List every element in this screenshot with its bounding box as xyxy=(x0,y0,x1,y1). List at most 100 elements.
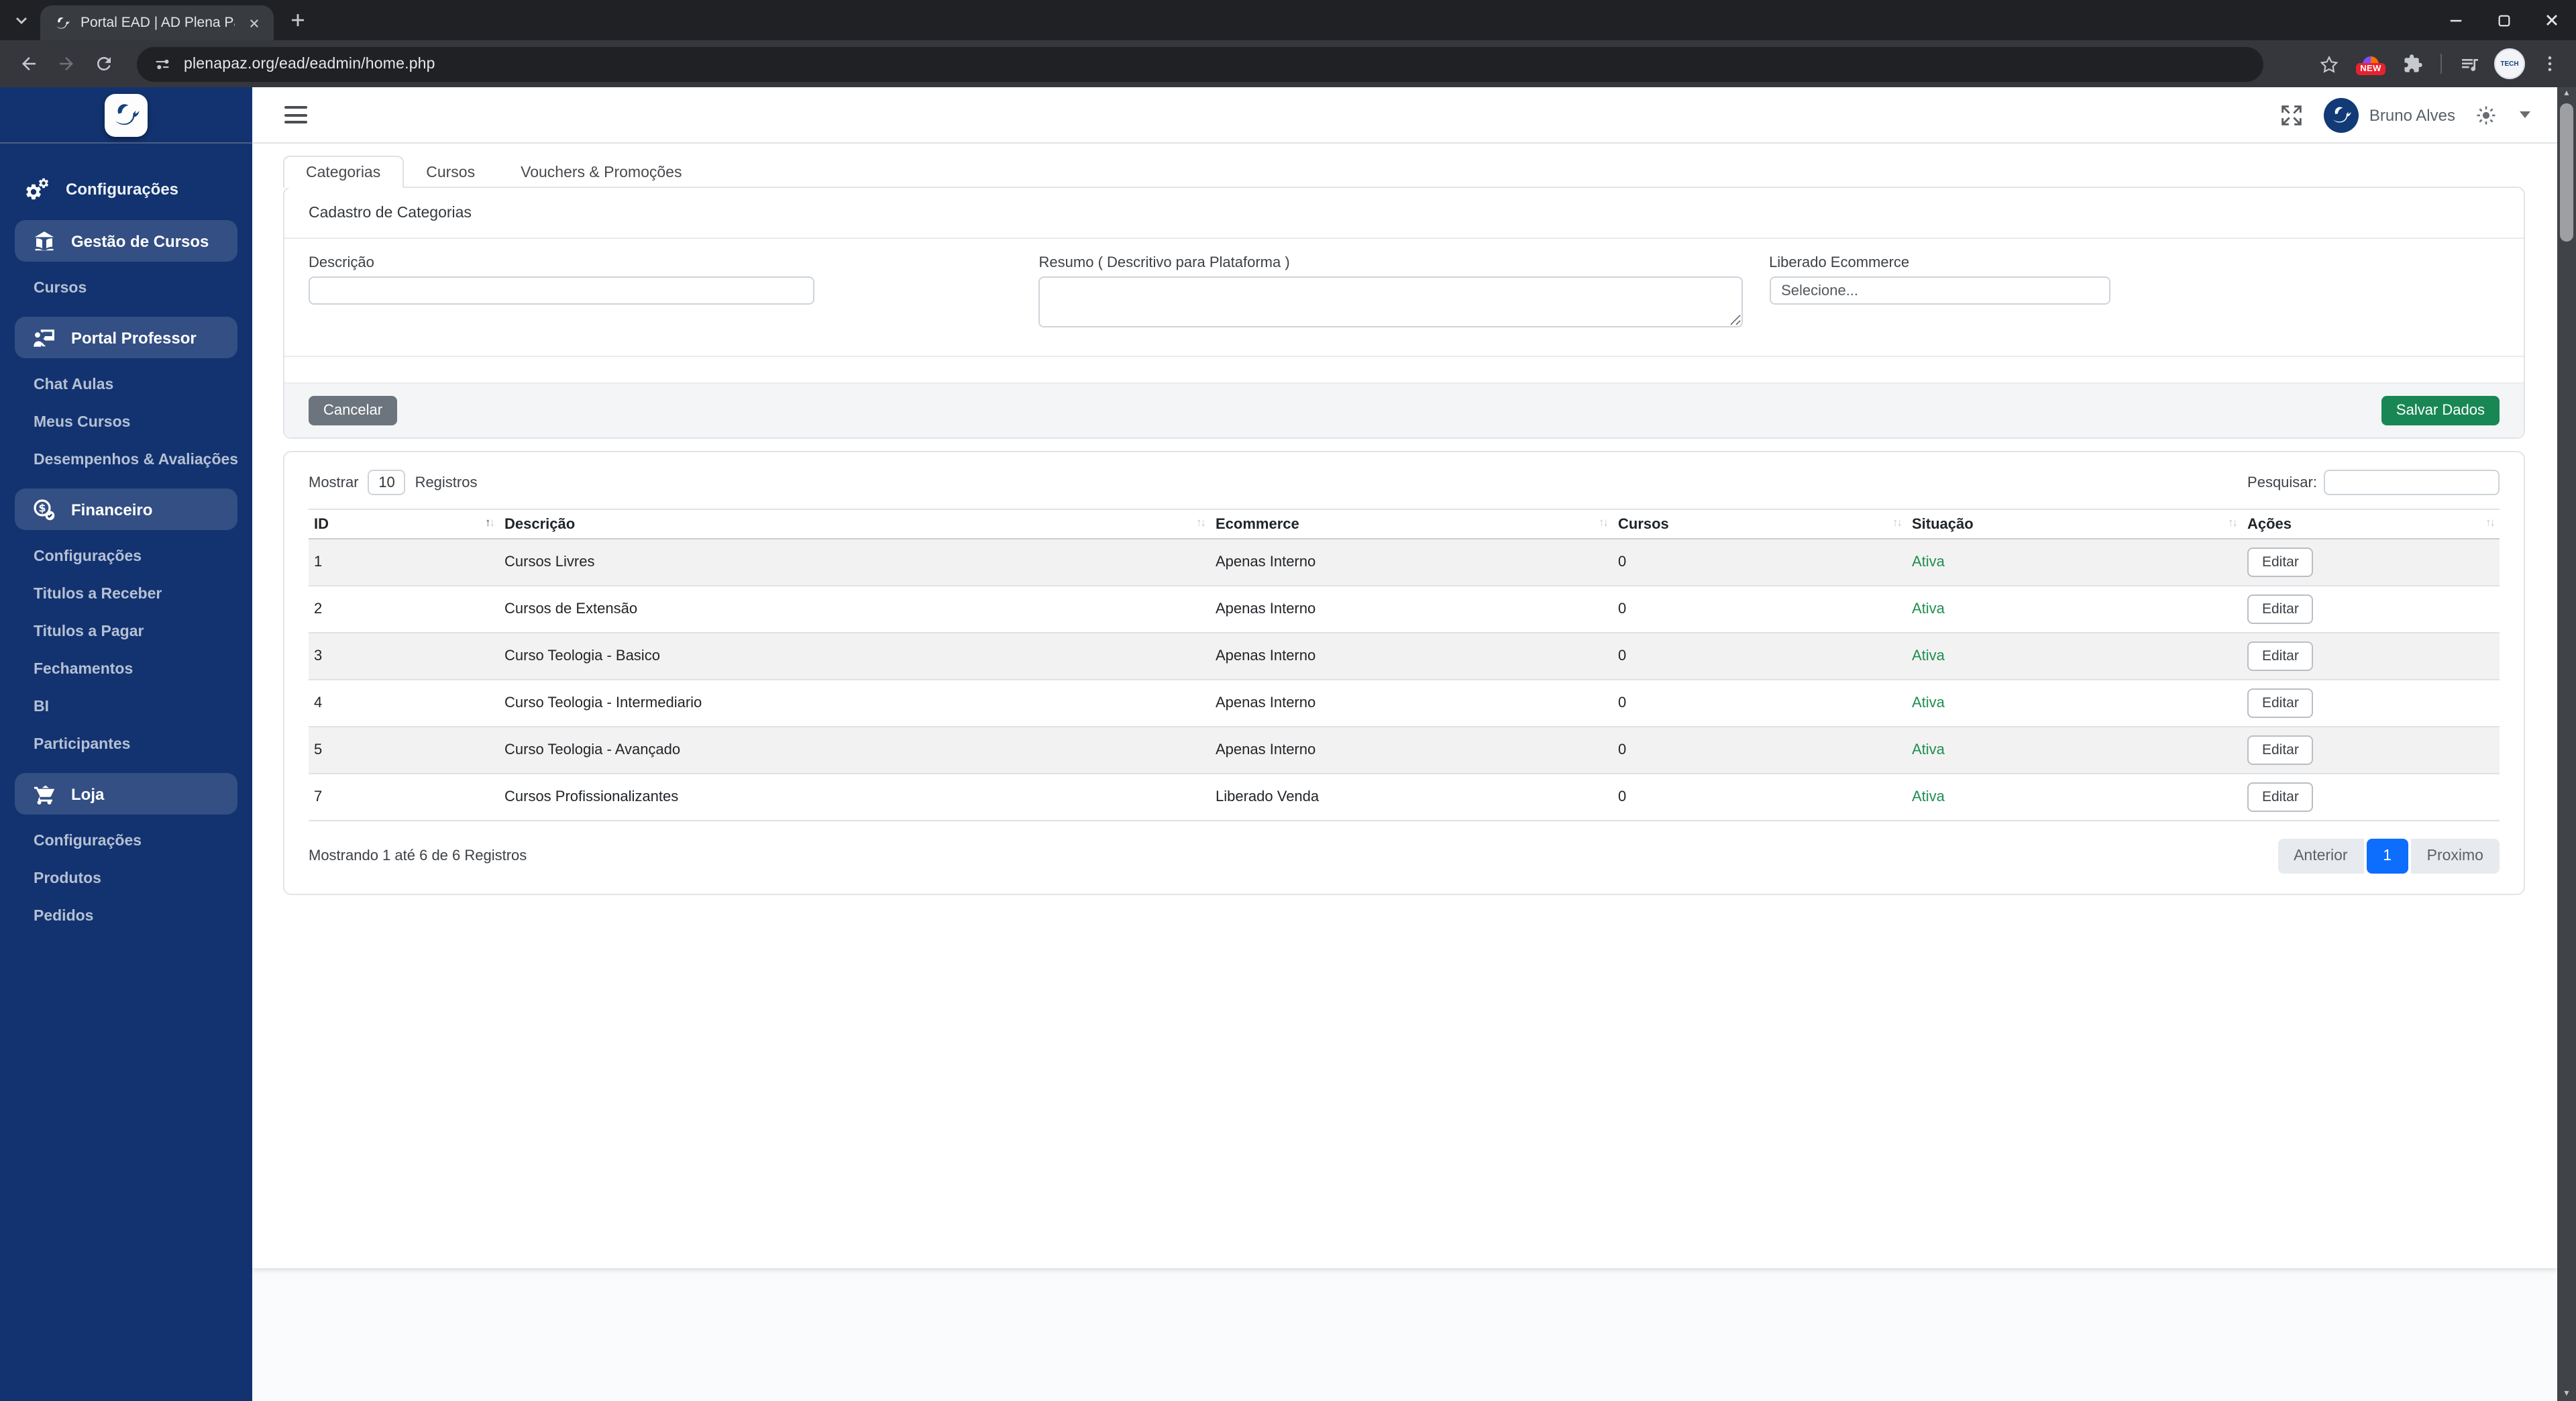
sidebar-item-fin-configuracoes[interactable]: Configurações xyxy=(0,538,252,576)
sidebar-item-bi[interactable]: BI xyxy=(0,688,252,726)
hamburger-menu-icon[interactable] xyxy=(284,106,307,123)
status-badge: Ativa xyxy=(1912,648,1945,664)
resumo-textarea[interactable] xyxy=(1039,276,1743,327)
cancel-button[interactable]: Cancelar xyxy=(309,396,397,425)
sidebar-item-label: Portal Professor xyxy=(71,328,197,347)
scrollbar-up-arrow[interactable]: ▲ xyxy=(2557,87,2576,101)
sidebar-item-pedidos[interactable]: Pedidos xyxy=(0,898,252,935)
new-tab-button[interactable] xyxy=(282,4,314,36)
sidebar-item-gestao-de-cursos[interactable]: Gestão de Cursos xyxy=(15,220,237,262)
content-below xyxy=(252,1268,2557,1401)
col-header-descricao[interactable]: Descrição↑↓ xyxy=(499,509,1210,539)
bookmark-star-icon[interactable] xyxy=(2313,48,2345,80)
back-button[interactable] xyxy=(11,46,46,81)
resumo-label: Resumo ( Descritivo para Plataforma ) xyxy=(1039,255,1743,271)
scrollbar-thumb[interactable] xyxy=(2560,103,2573,242)
liberado-select[interactable]: Selecione... xyxy=(1769,276,2110,305)
search-area: Pesquisar: xyxy=(2247,470,2500,495)
tab-vouchers-promocoes[interactable]: Vouchers & Promoções xyxy=(498,156,704,188)
page: Configurações Gestão de Cursos Cursos Po… xyxy=(0,87,2576,1401)
sidebar-item-configuracoes[interactable]: Configurações xyxy=(0,168,252,211)
sidebar-item-fechamentos[interactable]: Fechamentos xyxy=(0,651,252,688)
col-header-acoes[interactable]: Ações↑↓ xyxy=(2242,509,2500,539)
forward-button[interactable] xyxy=(48,46,83,81)
extensions-puzzle-icon[interactable] xyxy=(2396,48,2428,80)
window-restore-button[interactable] xyxy=(2479,0,2528,40)
pagination-page-1-button[interactable]: 1 xyxy=(2367,839,2408,874)
user-avatar xyxy=(2324,97,2359,132)
table-controls: Mostrar 10 Registros Pesquisar: xyxy=(309,470,2500,495)
main-area: Bruno Alves Categorias Cursos Vouchers &… xyxy=(252,87,2557,1401)
extension-new-icon[interactable]: NEW xyxy=(2353,53,2388,74)
table-header-row: ID↑↓ Descrição↑↓ Ecommerce↑↓ Cursos↑↓ Si… xyxy=(309,509,2500,539)
sidebar-item-label: Gestão de Cursos xyxy=(71,231,209,250)
school-icon xyxy=(32,229,56,253)
liberado-label: Liberado Ecommerce xyxy=(1769,255,2473,271)
status-badge: Ativa xyxy=(1912,742,1945,758)
window-minimize-button[interactable] xyxy=(2431,0,2479,40)
tab-cursos[interactable]: Cursos xyxy=(403,156,498,188)
chevron-down-icon[interactable] xyxy=(2520,111,2530,118)
status-badge: Ativa xyxy=(1912,695,1945,711)
registros-label: Registros xyxy=(415,474,478,490)
sidebar-item-participantes[interactable]: Participantes xyxy=(0,726,252,764)
tab-list-chevron-icon[interactable] xyxy=(8,7,35,34)
sidebar-item-loja[interactable]: Loja xyxy=(15,773,237,815)
pagination-next-button[interactable]: Proximo xyxy=(2411,839,2500,874)
sidebar-item-label: Loja xyxy=(71,784,104,803)
save-button[interactable]: Salvar Dados xyxy=(2381,396,2500,425)
edit-button[interactable]: Editar xyxy=(2247,594,2314,624)
col-header-situacao[interactable]: Situação↑↓ xyxy=(1907,509,2242,539)
table-row: 3 Curso Teologia - Basico Apenas Interno… xyxy=(309,633,2500,680)
descricao-label: Descrição xyxy=(309,255,1012,271)
browser-profile-avatar[interactable]: TECH xyxy=(2494,48,2525,79)
sidebar-item-loja-configuracoes[interactable]: Configurações xyxy=(0,823,252,860)
sort-icon: ↑↓ xyxy=(485,515,494,529)
scrollbar-down-arrow[interactable]: ▼ xyxy=(2557,1388,2576,1401)
sidebar-item-titulos-a-pagar[interactable]: Titulos a Pagar xyxy=(0,613,252,651)
browser-toolbar: plenapaz.org/ead/eadmin/home.php NEW TEC… xyxy=(0,40,2576,87)
sidebar-nav: Configurações Gestão de Cursos Cursos Po… xyxy=(0,144,252,935)
window-close-button[interactable] xyxy=(2528,0,2576,40)
search-input[interactable] xyxy=(2324,470,2500,495)
edit-button[interactable]: Editar xyxy=(2247,735,2314,765)
sidebar-item-titulos-a-receber[interactable]: Titulos a Receber xyxy=(0,576,252,613)
field-descricao: Descrição xyxy=(309,255,1039,334)
app-logo[interactable] xyxy=(105,93,148,136)
teacher-icon xyxy=(32,325,56,350)
pagination-prev-button[interactable]: Anterior xyxy=(2277,839,2364,874)
edit-button[interactable]: Editar xyxy=(2247,641,2314,671)
table-footer: Mostrando 1 até 6 de 6 Registros Anterio… xyxy=(309,839,2500,874)
page-scrollbar[interactable]: ▲ ▼ xyxy=(2557,87,2576,1401)
col-header-id[interactable]: ID↑↓ xyxy=(309,509,499,539)
sidebar-item-chat-aulas[interactable]: Chat Aulas xyxy=(0,366,252,404)
theme-sun-icon[interactable] xyxy=(2474,103,2498,127)
browser-menu-icon[interactable] xyxy=(2533,48,2565,80)
edit-button[interactable]: Editar xyxy=(2247,782,2314,812)
sidebar-item-financeiro[interactable]: Financeiro xyxy=(15,488,237,530)
tab-categorias[interactable]: Categorias xyxy=(283,156,403,188)
edit-button[interactable]: Editar xyxy=(2247,688,2314,718)
sidebar-item-cursos[interactable]: Cursos xyxy=(0,270,252,307)
descricao-input[interactable] xyxy=(309,276,815,305)
app-header-right: Bruno Alves xyxy=(2278,97,2530,132)
address-bar[interactable]: plenapaz.org/ead/eadmin/home.php xyxy=(137,46,2263,81)
user-menu[interactable]: Bruno Alves xyxy=(2324,97,2455,132)
site-settings-icon[interactable] xyxy=(153,54,172,73)
playlist-icon[interactable] xyxy=(2454,48,2486,80)
tab-close-icon[interactable] xyxy=(244,13,263,32)
sidebar-item-meus-cursos[interactable]: Meus Cursos xyxy=(0,404,252,442)
browser-tab-title: Portal EAD | AD Plena Paz xyxy=(80,15,235,31)
field-resumo: Resumo ( Descritivo para Plataforma ) xyxy=(1039,255,1770,334)
edit-button[interactable]: Editar xyxy=(2247,548,2314,577)
sidebar-item-desempenhos[interactable]: Desempenhos & Avaliações xyxy=(0,442,252,479)
sidebar-item-portal-professor[interactable]: Portal Professor xyxy=(15,317,237,358)
page-size-select[interactable]: 10 xyxy=(368,470,406,495)
col-header-cursos[interactable]: Cursos↑↓ xyxy=(1613,509,1907,539)
app-header: Bruno Alves xyxy=(252,87,2557,144)
browser-tab[interactable]: Portal EAD | AD Plena Paz xyxy=(40,5,274,40)
reload-button[interactable] xyxy=(86,46,121,81)
fullscreen-icon[interactable] xyxy=(2278,101,2305,128)
sidebar-item-produtos[interactable]: Produtos xyxy=(0,860,252,898)
col-header-ecommerce[interactable]: Ecommerce↑↓ xyxy=(1210,509,1613,539)
